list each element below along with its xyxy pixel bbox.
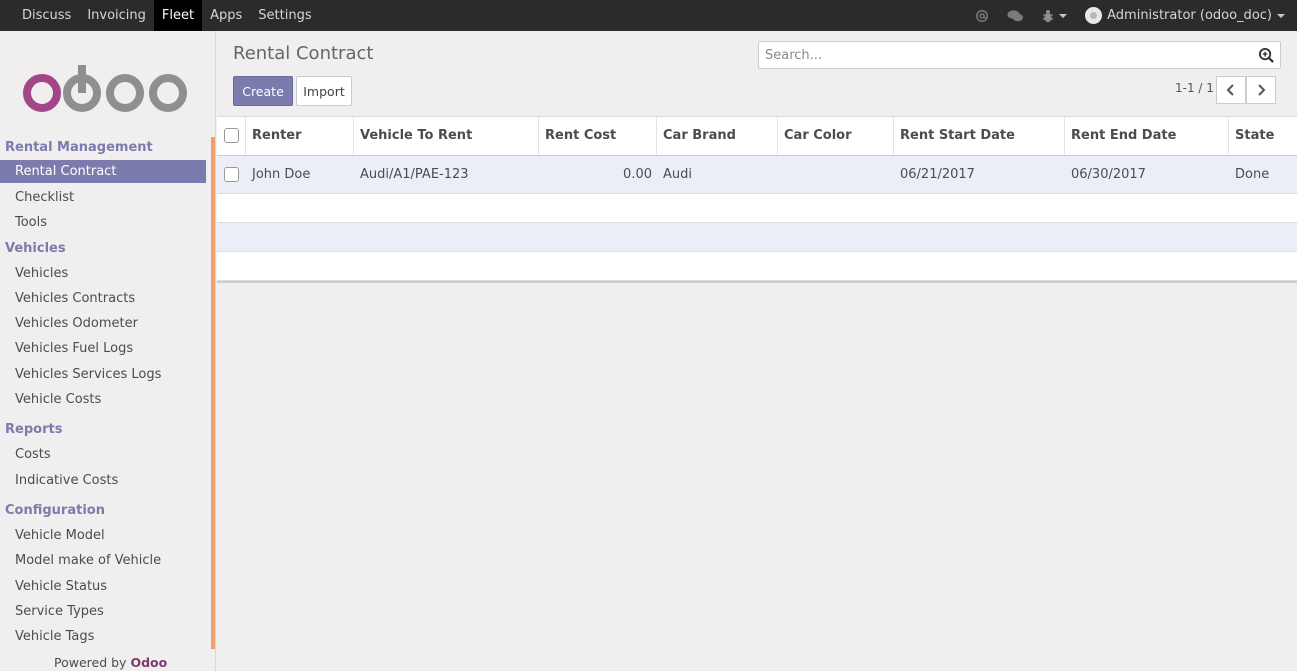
table-header: Renter Vehicle To Rent Rent Cost Car Bra… [217, 117, 1297, 156]
cell-vehicle-to-rent: Audi/A1/PAE-123 [360, 167, 469, 182]
row-checkbox[interactable] [224, 167, 239, 182]
sidebar-item-checklist[interactable]: Checklist [0, 185, 206, 210]
select-all-checkbox[interactable] [224, 128, 239, 143]
sidebar-item-vehicles-fuel-logs[interactable]: Vehicles Fuel Logs [0, 336, 206, 361]
sidebar-item-vehicles-contracts[interactable]: Vehicles Contracts [0, 286, 206, 311]
menu-apps[interactable]: Apps [202, 0, 250, 31]
cell-rent-end-date: 06/30/2017 [1071, 167, 1146, 182]
sidebar-item-service-types[interactable]: Service Types [0, 599, 206, 624]
pager-value[interactable]: 1-1 / 1 [1175, 81, 1214, 95]
sidebar-scrollbar[interactable] [211, 137, 215, 649]
column-header-vehicle-to-rent[interactable]: Vehicle To Rent [354, 117, 539, 155]
systray: Administrator (odoo_doc) [975, 0, 1297, 31]
debug-bug-icon[interactable] [1042, 9, 1068, 23]
empty-row [217, 252, 1297, 281]
section-rental-management: Rental Management [5, 140, 153, 155]
cell-car-brand: Audi [663, 167, 692, 182]
import-button[interactable]: Import [296, 76, 352, 106]
sidebar-item-vehicles[interactable]: Vehicles [0, 261, 206, 286]
menu-discuss[interactable]: Discuss [14, 0, 79, 31]
section-configuration: Configuration [5, 502, 105, 518]
search-input[interactable] [759, 42, 1239, 68]
cell-renter: John Doe [252, 167, 311, 182]
empty-row [217, 194, 1297, 223]
cell-rent-cost: 0.00 [623, 167, 652, 182]
cell-car-color [778, 156, 894, 193]
sidebar-item-vehicles-services-logs[interactable]: Vehicles Services Logs [0, 362, 206, 387]
table-row[interactable]: John Doe Audi/A1/PAE-123 0.00 Audi 06/21… [217, 156, 1297, 194]
sidebar-item-indicative-costs[interactable]: Indicative Costs [0, 468, 206, 493]
main-content: Rental Contract Create Import 1-1 / 1 Re… [217, 31, 1297, 671]
sidebar-item-vehicle-tags[interactable]: Vehicle Tags [0, 624, 206, 649]
avatar [1085, 7, 1103, 24]
odoo-logo[interactable] [22, 63, 192, 113]
chevron-left-icon [1226, 84, 1234, 96]
search-icon[interactable] [1258, 47, 1275, 64]
create-button[interactable]: Create [233, 76, 293, 106]
cell-rent-start-date: 06/21/2017 [900, 167, 975, 182]
empty-row [217, 223, 1297, 252]
chat-icon[interactable] [1007, 9, 1024, 23]
menu-fleet[interactable]: Fleet [153, 0, 203, 31]
sidebar-item-vehicle-costs[interactable]: Vehicle Costs [0, 387, 206, 412]
menu-settings[interactable]: Settings [250, 0, 319, 31]
search-box [758, 41, 1281, 69]
user-menu[interactable]: Administrator (odoo_doc) [1085, 7, 1285, 24]
column-header-rent-end-date[interactable]: Rent End Date [1065, 117, 1229, 155]
column-header-renter[interactable]: Renter [246, 117, 354, 155]
user-name: Administrator (odoo_doc) [1107, 8, 1272, 23]
top-navbar: Discuss Invoicing Fleet Apps Settings Ad… [0, 0, 1297, 31]
table-footer [217, 281, 1297, 293]
page-title: Rental Contract [233, 43, 374, 64]
app-menu: Discuss Invoicing Fleet Apps Settings [0, 0, 320, 31]
powered-by: Powered by Odoo [54, 655, 167, 670]
column-header-car-color[interactable]: Car Color [778, 117, 894, 155]
column-header-rent-start-date[interactable]: Rent Start Date [894, 117, 1065, 155]
chevron-right-icon [1258, 84, 1266, 96]
powered-by-link[interactable]: Odoo [130, 655, 167, 670]
sidebar-item-vehicles-odometer[interactable]: Vehicles Odometer [0, 311, 206, 336]
pager-previous-button[interactable] [1216, 76, 1246, 104]
column-header-car-brand[interactable]: Car Brand [657, 117, 778, 155]
list-view-table: Renter Vehicle To Rent Rent Cost Car Bra… [217, 116, 1297, 293]
column-header-state[interactable]: State [1229, 117, 1297, 155]
sidebar-item-vehicle-model[interactable]: Vehicle Model [0, 523, 206, 548]
sidebar-item-rental-contract[interactable]: Rental Contract [0, 160, 206, 183]
row-select-cell [217, 156, 246, 193]
section-vehicles: Vehicles [5, 240, 66, 256]
sidebar-item-tools[interactable]: Tools [0, 210, 206, 235]
sidebar-item-vehicle-status[interactable]: Vehicle Status [0, 574, 206, 599]
sidebar: Rental Management Rental Contract Checkl… [0, 31, 216, 671]
section-reports: Reports [5, 422, 63, 438]
select-all-cell [217, 117, 246, 155]
chevron-down-icon [1059, 13, 1068, 18]
pager-next-button[interactable] [1246, 76, 1276, 104]
column-header-rent-cost[interactable]: Rent Cost [539, 117, 657, 155]
cell-state: Done [1235, 167, 1270, 182]
sidebar-item-model-make-of-vehicle[interactable]: Model make of Vehicle [0, 548, 206, 573]
at-mention-icon[interactable] [975, 9, 989, 23]
sidebar-menu: Rental Management Rental Contract Checkl… [0, 135, 206, 649]
chevron-down-icon [1277, 13, 1285, 18]
sidebar-item-costs[interactable]: Costs [0, 442, 206, 467]
powered-by-label: Powered by [54, 655, 127, 670]
menu-invoicing[interactable]: Invoicing [79, 0, 154, 31]
